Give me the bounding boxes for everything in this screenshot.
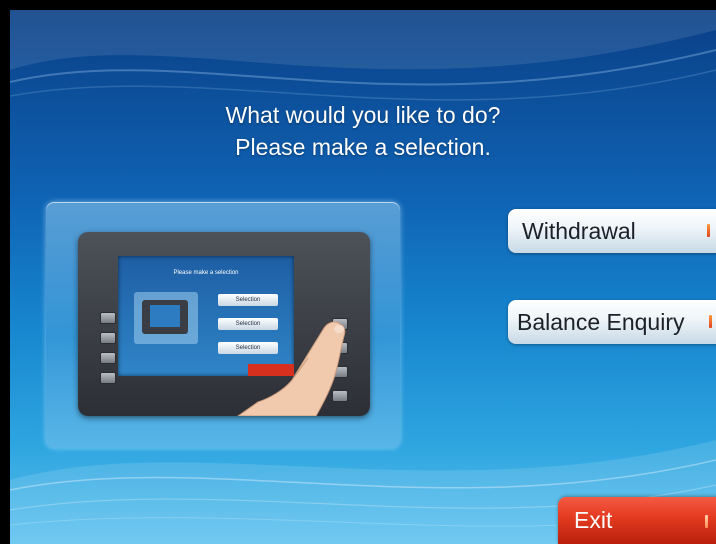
prompt-instruction: Please make a selection. [235,134,491,160]
withdrawal-button[interactable]: Withdrawal [508,209,716,253]
withdrawal-label: Withdrawal [522,218,636,244]
balance-enquiry-label: Balance Enquiry [517,309,685,335]
balance-enquiry-button[interactable]: Balance Enquiry [508,300,716,344]
pointing-hand-icon [237,321,346,416]
selection-marker-icon [707,224,710,237]
selection-marker-icon [709,315,712,328]
exit-marker-icon [705,515,708,528]
atm-screen: What would you like to do? Please make a… [10,10,716,544]
exit-label: Exit [574,507,613,533]
atm-illustration: Please make a selection Selection Select… [78,232,370,416]
prompt-question: What would you like to do? [225,102,501,128]
exit-button[interactable]: Exit [558,497,716,544]
